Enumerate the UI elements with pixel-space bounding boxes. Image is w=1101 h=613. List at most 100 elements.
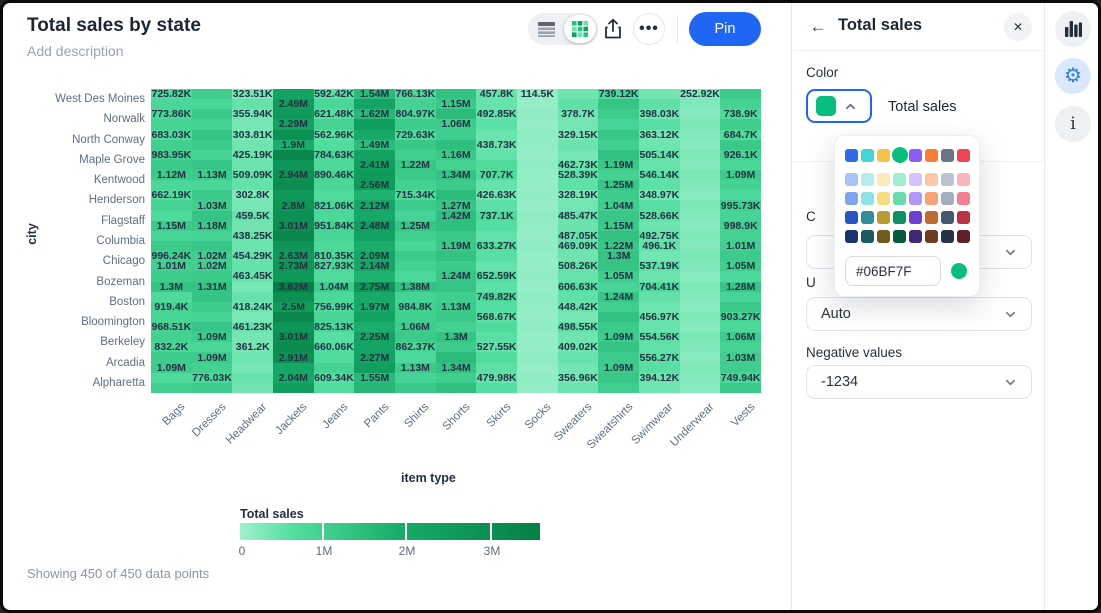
heatmap-cell[interactable] bbox=[314, 363, 355, 374]
heatmap-cell[interactable] bbox=[517, 261, 558, 272]
heatmap-cell[interactable] bbox=[598, 190, 639, 201]
heatmap-cell[interactable] bbox=[314, 292, 355, 303]
heatmap-cell[interactable] bbox=[639, 150, 680, 161]
heatmap-cell[interactable] bbox=[558, 292, 599, 303]
heatmap-cell[interactable] bbox=[436, 241, 477, 252]
heatmap-cell[interactable] bbox=[639, 200, 680, 211]
heatmap-cell[interactable] bbox=[314, 190, 355, 201]
heatmap-cell[interactable] bbox=[598, 342, 639, 353]
heatmap-cell[interactable] bbox=[354, 292, 395, 303]
heatmap-cell[interactable] bbox=[395, 251, 436, 262]
heatmap-cell[interactable] bbox=[395, 332, 436, 343]
heatmap-cell[interactable] bbox=[273, 200, 314, 211]
heatmap-cell[interactable] bbox=[720, 383, 761, 394]
heatmap-cell[interactable] bbox=[192, 363, 233, 374]
heatmap-cell[interactable] bbox=[476, 271, 517, 282]
heatmap-cell[interactable] bbox=[558, 332, 599, 343]
heatmap-cell[interactable] bbox=[720, 200, 761, 211]
heatmap-cell[interactable] bbox=[436, 261, 477, 272]
heatmap-cell[interactable] bbox=[232, 99, 273, 110]
heatmap-cell[interactable] bbox=[558, 363, 599, 374]
heatmap-cell[interactable] bbox=[395, 150, 436, 161]
heatmap-cell[interactable] bbox=[639, 261, 680, 272]
heatmap-cell[interactable] bbox=[476, 99, 517, 110]
heatmap-cell[interactable] bbox=[680, 231, 721, 242]
heatmap-cell[interactable] bbox=[314, 251, 355, 262]
palette-swatch[interactable] bbox=[877, 192, 890, 205]
palette-swatch[interactable] bbox=[877, 211, 890, 224]
heatmap-cell[interactable] bbox=[192, 352, 233, 363]
heatmap-cell[interactable] bbox=[232, 322, 273, 333]
heatmap-cell[interactable] bbox=[720, 160, 761, 171]
heatmap-cell[interactable] bbox=[273, 292, 314, 303]
heatmap-cell[interactable] bbox=[232, 302, 273, 313]
heatmap-cell[interactable] bbox=[314, 231, 355, 242]
heatmap-cell[interactable] bbox=[436, 109, 477, 120]
heatmap-cell[interactable] bbox=[436, 312, 477, 323]
heatmap-cell[interactable] bbox=[680, 130, 721, 141]
heatmap-cell[interactable] bbox=[314, 342, 355, 353]
heatmap-cell[interactable] bbox=[558, 261, 599, 272]
heatmap-cell[interactable] bbox=[558, 241, 599, 252]
palette-swatch[interactable] bbox=[877, 173, 890, 186]
heatmap-cell[interactable] bbox=[517, 363, 558, 374]
heatmap-cell[interactable] bbox=[720, 332, 761, 343]
heatmap-cell[interactable] bbox=[680, 251, 721, 262]
heatmap-cell[interactable] bbox=[151, 261, 192, 272]
heatmap-cell[interactable] bbox=[232, 180, 273, 191]
heatmap-cell[interactable] bbox=[273, 342, 314, 353]
heatmap-cell[interactable] bbox=[517, 373, 558, 384]
heatmap-cell[interactable] bbox=[314, 180, 355, 191]
heatmap-cell[interactable] bbox=[436, 150, 477, 161]
heatmap-cell[interactable] bbox=[598, 241, 639, 252]
heatmap-cell[interactable] bbox=[598, 140, 639, 151]
heatmap-cell[interactable] bbox=[558, 271, 599, 282]
heatmap-cell[interactable] bbox=[720, 342, 761, 353]
heatmap-cell[interactable] bbox=[354, 180, 395, 191]
heatmap-cell[interactable] bbox=[517, 383, 558, 394]
table-view-button[interactable] bbox=[530, 15, 562, 43]
palette-swatch[interactable] bbox=[957, 211, 970, 224]
heatmap-cell[interactable] bbox=[314, 170, 355, 181]
heatmap-cell[interactable] bbox=[680, 261, 721, 272]
heatmap-cell[interactable] bbox=[395, 302, 436, 313]
heatmap-cell[interactable] bbox=[354, 89, 395, 100]
heatmap-cell[interactable] bbox=[273, 261, 314, 272]
heatmap-cell[interactable] bbox=[354, 312, 395, 323]
heatmap-cell[interactable] bbox=[273, 251, 314, 262]
heatmap-cell[interactable] bbox=[354, 373, 395, 384]
palette-swatch[interactable] bbox=[892, 147, 908, 163]
heatmap-cell[interactable] bbox=[192, 342, 233, 353]
palette-swatch[interactable] bbox=[845, 192, 858, 205]
heatmap-cell[interactable] bbox=[273, 221, 314, 232]
palette-swatch[interactable] bbox=[925, 230, 938, 243]
heatmap-cell[interactable] bbox=[517, 332, 558, 343]
heatmap-cell[interactable] bbox=[192, 241, 233, 252]
heatmap-cell[interactable] bbox=[476, 190, 517, 201]
heatmap-cell[interactable] bbox=[639, 332, 680, 343]
heatmap-cell[interactable] bbox=[273, 140, 314, 151]
heatmap-cell[interactable] bbox=[476, 302, 517, 313]
heatmap-cell[interactable] bbox=[436, 342, 477, 353]
heatmap-cell[interactable] bbox=[639, 190, 680, 201]
heatmap-cell[interactable] bbox=[314, 150, 355, 161]
heatmap-cell[interactable] bbox=[314, 130, 355, 141]
heatmap-cell[interactable] bbox=[232, 342, 273, 353]
heatmap-cell[interactable] bbox=[232, 332, 273, 343]
heatmap-cell[interactable] bbox=[395, 231, 436, 242]
heatmap-cell[interactable] bbox=[517, 342, 558, 353]
heatmap-cell[interactable] bbox=[720, 352, 761, 363]
heatmap-cell[interactable] bbox=[314, 200, 355, 211]
heatmap-cell[interactable] bbox=[720, 231, 761, 242]
heatmap-cell[interactable] bbox=[639, 170, 680, 181]
heatmap-cell[interactable] bbox=[232, 383, 273, 394]
heatmap-cell[interactable] bbox=[517, 211, 558, 222]
heatmap-cell[interactable] bbox=[680, 271, 721, 282]
heatmap-cell[interactable] bbox=[314, 99, 355, 110]
heatmap-cell[interactable] bbox=[354, 261, 395, 272]
palette-swatch[interactable] bbox=[845, 149, 858, 162]
heatmap-cell[interactable] bbox=[436, 200, 477, 211]
heatmap-cell[interactable] bbox=[639, 363, 680, 374]
heatmap-cell[interactable] bbox=[151, 211, 192, 222]
heatmap-cell[interactable] bbox=[558, 231, 599, 242]
